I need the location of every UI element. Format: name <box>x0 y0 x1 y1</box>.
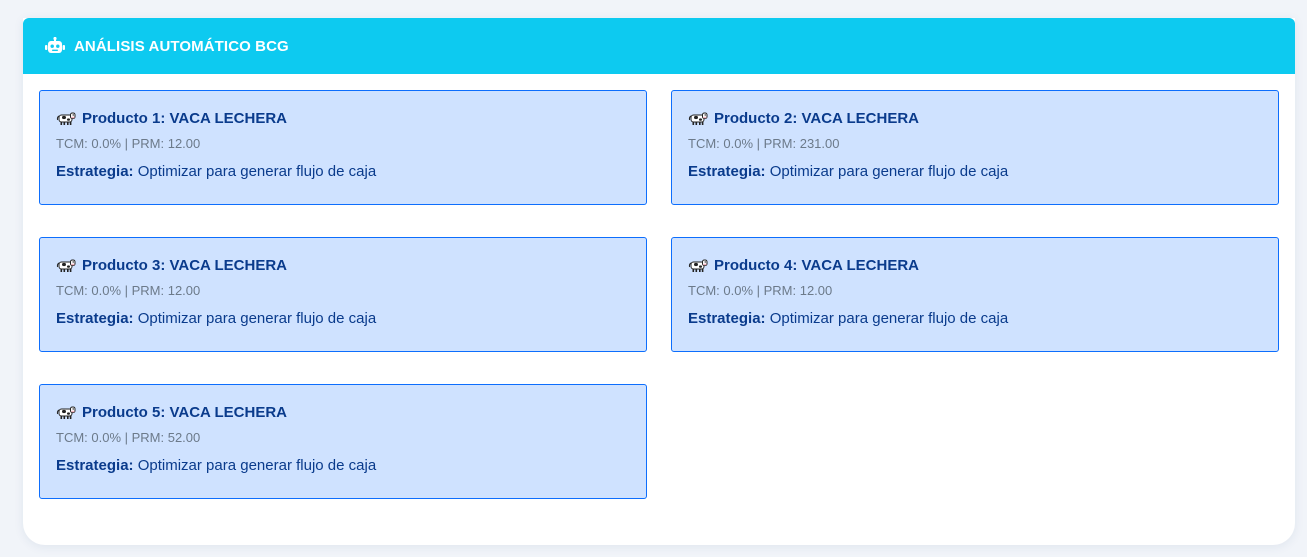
product-strategy: Estrategia: Optimizar para generar flujo… <box>688 163 1262 180</box>
product-card: Producto 5: VACA LECHERA TCM: 0.0% | PRM… <box>39 384 647 499</box>
product-cards-grid: Producto 1: VACA LECHERA TCM: 0.0% | PRM… <box>39 90 1279 499</box>
panel-title: ANÁLISIS AUTOMÁTICO BCG <box>74 37 289 55</box>
cow-icon <box>56 257 76 273</box>
product-strategy: Estrategia: Optimizar para generar flujo… <box>56 457 630 474</box>
strategy-label: Estrategia: <box>56 457 134 474</box>
product-strategy: Estrategia: Optimizar para generar flujo… <box>56 310 630 327</box>
product-title: Producto 4: VACA LECHERA <box>714 256 920 274</box>
strategy-text: Optimizar para generar flujo de caja <box>769 163 1009 180</box>
strategy-label: Estrategia: <box>56 163 134 180</box>
product-title: Producto 2: VACA LECHERA <box>714 109 920 127</box>
product-metrics: TCM: 0.0% | PRM: 12.00 <box>56 283 201 298</box>
robot-icon <box>45 36 65 55</box>
cow-icon <box>688 257 708 273</box>
strategy-label: Estrategia: <box>56 310 134 327</box>
product-card: Producto 4: VACA LECHERA TCM: 0.0% | PRM… <box>671 237 1279 352</box>
product-card-header: Producto 5: VACA LECHERA <box>56 401 630 423</box>
strategy-text: Optimizar para generar flujo de caja <box>769 310 1009 327</box>
strategy-text: Optimizar para generar flujo de caja <box>137 310 377 327</box>
product-card: Producto 2: VACA LECHERA TCM: 0.0% | PRM… <box>671 90 1279 205</box>
product-metrics: TCM: 0.0% | PRM: 52.00 <box>56 430 201 445</box>
strategy-text: Optimizar para generar flujo de caja <box>137 457 377 474</box>
product-strategy: Estrategia: Optimizar para generar flujo… <box>56 163 630 180</box>
product-card: Producto 1: VACA LECHERA TCM: 0.0% | PRM… <box>39 90 647 205</box>
product-strategy: Estrategia: Optimizar para generar flujo… <box>688 310 1262 327</box>
product-title: Producto 3: VACA LECHERA <box>82 256 288 274</box>
bcg-analysis-panel: ANÁLISIS AUTOMÁTICO BCG Producto 1: VACA… <box>23 18 1295 545</box>
strategy-text: Optimizar para generar flujo de caja <box>137 163 377 180</box>
cow-icon <box>56 404 76 420</box>
product-card-header: Producto 1: VACA LECHERA <box>56 107 630 129</box>
cow-icon <box>56 110 76 126</box>
cow-icon <box>688 110 708 126</box>
product-card-header: Producto 4: VACA LECHERA <box>688 254 1262 276</box>
panel-header: ANÁLISIS AUTOMÁTICO BCG <box>23 18 1295 74</box>
product-metrics: TCM: 0.0% | PRM: 231.00 <box>688 136 840 151</box>
product-metrics: TCM: 0.0% | PRM: 12.00 <box>688 283 833 298</box>
product-card-header: Producto 2: VACA LECHERA <box>688 107 1262 129</box>
product-card-header: Producto 3: VACA LECHERA <box>56 254 630 276</box>
product-title: Producto 1: VACA LECHERA <box>82 109 288 127</box>
strategy-label: Estrategia: <box>688 310 766 327</box>
strategy-label: Estrategia: <box>688 163 766 180</box>
product-title: Producto 5: VACA LECHERA <box>82 403 288 421</box>
product-card: Producto 3: VACA LECHERA TCM: 0.0% | PRM… <box>39 237 647 352</box>
product-metrics: TCM: 0.0% | PRM: 12.00 <box>56 136 201 151</box>
